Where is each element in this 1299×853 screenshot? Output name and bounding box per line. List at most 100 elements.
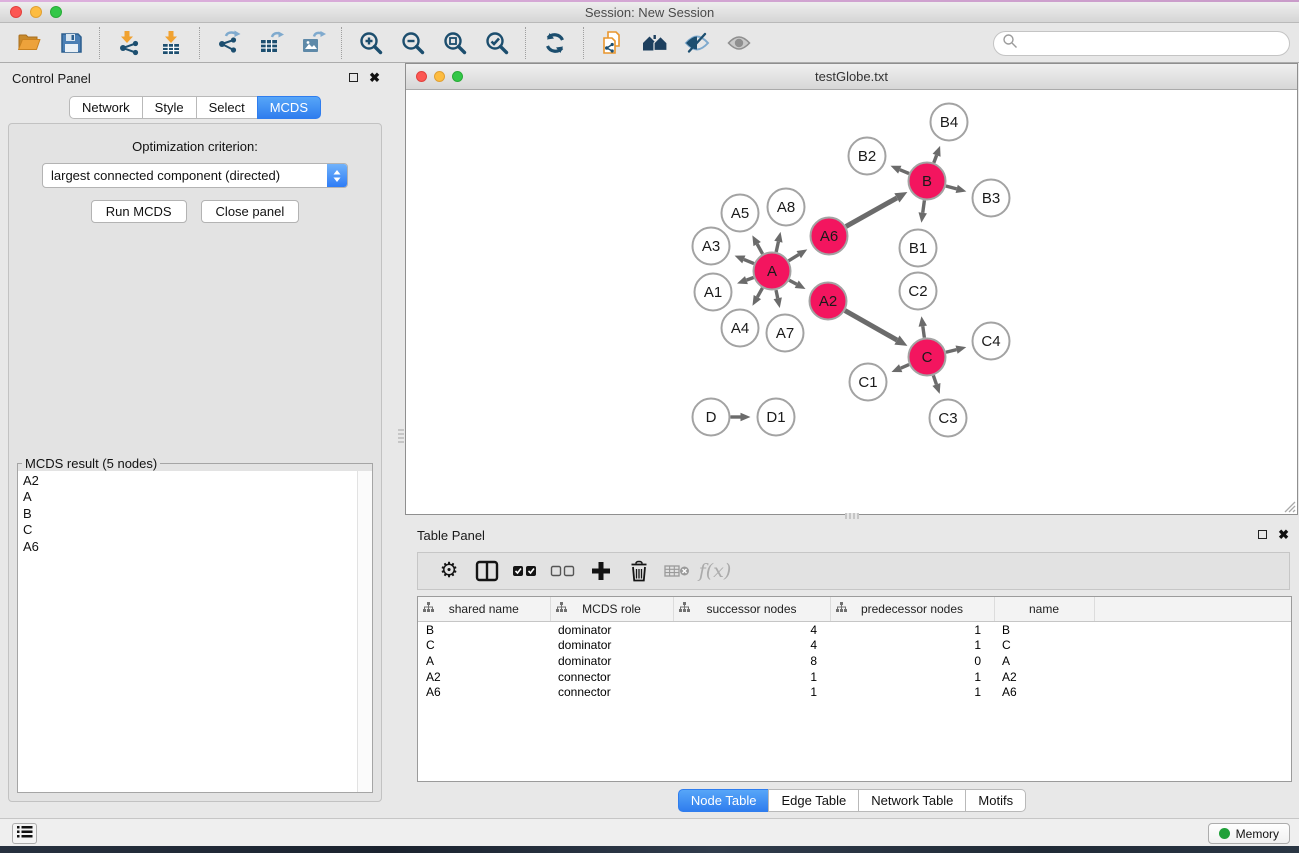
graph-edge-C-C2[interactable] [923,326,925,338]
graph-edge-A-A7[interactable] [776,290,778,298]
graph-edge-A-A4[interactable] [757,288,762,297]
graph-arrowhead [774,232,782,243]
graph-edge-B-B2[interactable] [900,170,909,174]
zoom-selected-icon[interactable] [476,26,518,60]
panel-divider-handle-horizontal[interactable] [845,513,859,519]
column-header-MCDS-role[interactable]: MCDS role [550,597,673,622]
table-row[interactable]: Adominator80A [418,653,1291,669]
zoom-window-button[interactable] [50,6,62,18]
list-icon [17,825,33,842]
graph-edge-A6-B[interactable] [846,198,897,227]
delete-column-icon[interactable] [620,556,658,586]
tab-network[interactable]: Network [69,96,143,119]
refresh-icon[interactable] [534,26,576,60]
table-row[interactable]: Cdominator41C [418,638,1291,654]
minimize-window-button[interactable] [30,6,42,18]
graph-edge-A-A2[interactable] [789,280,797,284]
show-panels-list-button[interactable] [12,823,37,844]
network-close-button[interactable] [416,71,427,82]
first-neighbors-icon[interactable] [634,26,676,60]
mcds-result-item[interactable]: B [18,506,372,522]
clone-network-icon[interactable] [592,26,634,60]
table-tabs: Node TableEdge TableNetwork TableMotifs [678,789,1026,812]
close-window-button[interactable] [10,6,22,18]
close-table-panel-icon[interactable]: ✖ [1278,529,1289,540]
close-panel-button[interactable]: Close panel [201,200,300,223]
graph-edge-A2-C[interactable] [845,311,897,340]
table-row[interactable]: Bdominator41B [418,622,1291,638]
add-column-icon[interactable] [582,556,620,586]
search-box[interactable] [993,31,1290,56]
delete-table-icon[interactable] [658,556,696,586]
resize-grip-icon[interactable] [1281,498,1296,513]
hide-unselected-icon[interactable] [676,26,718,60]
mcds-result-box: MCDS result (5 nodes) A2ABCA6 [17,456,373,793]
graph-edge-B-B4[interactable] [934,155,937,162]
zoom-out-icon[interactable] [392,26,434,60]
graph-edge-A-A8[interactable] [776,242,778,252]
mcds-result-item[interactable]: C [18,522,372,538]
graph-arrowhead [956,185,967,193]
column-header-name[interactable]: name [994,597,1094,622]
table-row[interactable]: A6connector11A6 [418,684,1291,700]
graph-node-label-B2: B2 [858,148,876,165]
panel-divider-handle-vertical[interactable] [398,429,404,443]
column-header-successor-nodes[interactable]: successor nodes [673,597,830,622]
open-icon[interactable] [8,26,50,60]
graph-edge-A-A6[interactable] [789,255,799,261]
graph-node-label-D: D [706,409,717,426]
network-window-titlebar: testGlobe.txt [406,64,1297,90]
float-panel-icon[interactable] [349,73,358,82]
network-minimize-button[interactable] [434,71,445,82]
memory-button[interactable]: Memory [1208,823,1290,844]
float-table-panel-icon[interactable] [1258,530,1267,539]
mcds-result-item[interactable]: A [18,489,372,505]
tab-edge-table[interactable]: Edge Table [768,789,859,812]
tab-node-table[interactable]: Node Table [678,789,770,812]
graph-edge-B-B1[interactable] [923,200,925,212]
network-graph: B4B2BB3A5A8A6A3B1AA1C2A2A4A7C4CC1C3DD1 [406,89,1297,514]
search-input[interactable] [1018,34,1289,54]
column-view-icon[interactable] [468,556,506,586]
gear-icon[interactable]: ⚙ [430,556,468,586]
graph-edge-C-C1[interactable] [901,365,909,369]
column-header-predecessor-nodes[interactable]: predecessor nodes [830,597,994,622]
graph-node-label-A5: A5 [731,205,749,222]
network-canvas[interactable]: B4B2BB3A5A8A6A3B1AA1C2A2A4A7C4CC1C3DD1 [406,89,1297,514]
import-table-icon[interactable] [150,26,192,60]
tab-select[interactable]: Select [196,96,258,119]
run-mcds-button[interactable]: Run MCDS [91,200,187,223]
control-panel-tabs: NetworkStyleSelectMCDS [0,96,390,119]
mcds-result-item[interactable]: A2 [18,473,372,489]
desktop-edge [0,846,1299,853]
graph-edge-C-C4[interactable] [946,350,957,353]
export-network-icon[interactable] [208,26,250,60]
zoom-in-icon[interactable] [350,26,392,60]
mcds-list-scrollbar[interactable] [357,471,372,792]
save-icon[interactable] [50,26,92,60]
import-network-icon[interactable] [108,26,150,60]
mcds-result-item[interactable]: A6 [18,539,372,555]
export-table-icon[interactable] [250,26,292,60]
tab-network-table[interactable]: Network Table [858,789,966,812]
graph-edge-A-A5[interactable] [757,244,762,254]
show-all-icon[interactable] [718,26,760,60]
table-row[interactable]: A2connector11A2 [418,669,1291,685]
column-header-shared-name[interactable]: shared name [418,597,550,622]
graph-edge-A-A3[interactable] [744,259,754,263]
close-panel-icon[interactable]: ✖ [369,72,380,83]
tab-mcds[interactable]: MCDS [257,96,321,119]
deselect-all-icon[interactable] [544,556,582,586]
graph-edge-B-B3[interactable] [946,186,957,189]
graph-edge-C-C3[interactable] [933,375,936,384]
zoom-fit-icon[interactable] [434,26,476,60]
network-zoom-button[interactable] [452,71,463,82]
criterion-select[interactable]: largest connected component (directed) [42,163,348,188]
graph-edge-A-A1[interactable] [746,278,753,281]
tab-motifs[interactable]: Motifs [965,789,1026,812]
export-image-icon[interactable] [292,26,334,60]
select-all-icon[interactable] [506,556,544,586]
graph-arrowhead [737,276,748,284]
function-icon[interactable]: f(x) [696,556,734,586]
tab-style[interactable]: Style [142,96,197,119]
